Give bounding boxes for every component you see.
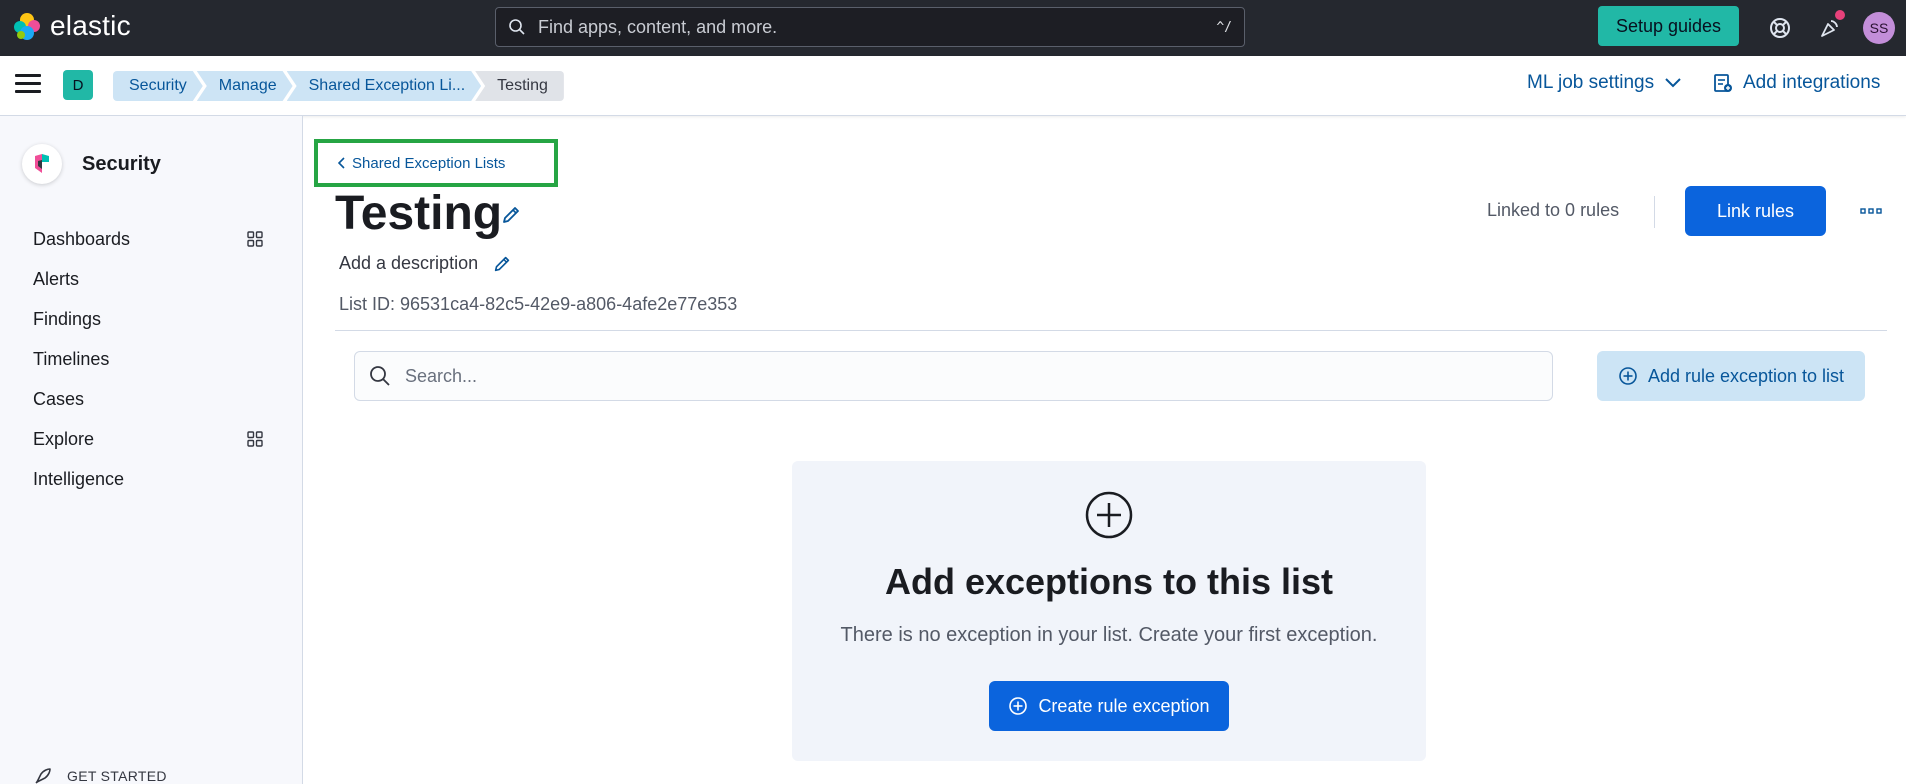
search-shortcut-hint: ^/ xyxy=(1216,19,1232,35)
rocket-icon xyxy=(35,768,51,784)
chevron-down-icon xyxy=(1665,78,1681,88)
ml-job-settings-button[interactable]: ML job settings xyxy=(1527,72,1682,94)
elastic-logo-icon xyxy=(14,13,40,40)
app-grid-icon[interactable] xyxy=(247,231,263,247)
edit-description-pencil-icon[interactable] xyxy=(492,254,512,274)
brand-name: elastic xyxy=(50,10,131,41)
app-grid-icon[interactable] xyxy=(247,431,263,447)
user-avatar[interactable]: SS xyxy=(1863,12,1895,44)
breadcrumb-security[interactable]: Security xyxy=(113,71,203,101)
hamburger-icon-bar xyxy=(15,90,41,93)
menu-toggle-button[interactable] xyxy=(15,74,41,98)
sidebar-item-cases[interactable]: Cases xyxy=(33,384,263,414)
sidebar-item-label: Timelines xyxy=(33,348,110,369)
security-logo-icon xyxy=(22,144,62,184)
add-integrations-label: Add integrations xyxy=(1743,72,1881,93)
sidebar-item-label: Explore xyxy=(33,428,95,449)
global-search-placeholder: Find apps, content, and more. xyxy=(538,16,778,37)
exception-search-placeholder: Search... xyxy=(405,365,478,386)
breadcrumb: Security Manage Shared Exception Li... T… xyxy=(113,71,564,101)
help-icon[interactable] xyxy=(1766,14,1794,42)
chevron-left-icon xyxy=(338,157,345,169)
sidebar-item-dashboards[interactable]: Dashboards xyxy=(33,224,263,254)
hamburger-icon-bar xyxy=(15,82,41,85)
plus-in-circle-icon xyxy=(1009,697,1028,715)
sidebar-item-findings[interactable]: Findings xyxy=(33,304,263,334)
more-actions-button[interactable] xyxy=(1856,201,1886,221)
get-started-link[interactable]: GET STARTED xyxy=(33,766,167,784)
search-icon xyxy=(509,19,525,35)
add-integrations-button[interactable]: Add integrations xyxy=(1713,72,1880,94)
sidebar-item-label: Dashboards xyxy=(33,228,131,249)
add-rule-exception-label: Add rule exception to list xyxy=(1647,365,1845,386)
linked-rules-count: Linked to 0 rules xyxy=(1487,200,1620,220)
app-toolbar: D Security Manage Shared Exception Li...… xyxy=(0,56,1906,116)
link-rules-button[interactable]: Link rules xyxy=(1685,186,1826,236)
create-rule-exception-button[interactable]: Create rule exception xyxy=(989,681,1229,731)
add-rule-exception-to-list-button[interactable]: Add rule exception to list xyxy=(1597,351,1865,401)
elastic-logo[interactable]: elastic xyxy=(12,10,131,42)
description-placeholder: Add a description xyxy=(339,253,479,273)
integrations-icon xyxy=(1714,74,1732,92)
breadcrumb-shared-exception-lists[interactable]: Shared Exception Li... xyxy=(287,71,482,101)
page-title: Testing xyxy=(335,187,503,240)
global-header: elastic Find apps, content, and more. ^/… xyxy=(0,0,1906,56)
back-link-highlight: Shared Exception Lists xyxy=(314,139,558,187)
notification-dot xyxy=(1835,10,1845,20)
ellipsis-icon xyxy=(1860,208,1882,214)
sidebar-item-label: Cases xyxy=(33,388,85,409)
empty-state-body: There is no exception in your list. Crea… xyxy=(840,624,1378,646)
header-divider xyxy=(335,330,1887,331)
plus-in-circle-icon xyxy=(1085,491,1133,539)
side-navigation: Security Dashboards Alerts Findings Time… xyxy=(0,116,303,784)
sidebar-item-explore[interactable]: Explore xyxy=(33,424,263,454)
back-to-shared-exception-lists-link[interactable]: Shared Exception Lists xyxy=(338,155,505,172)
create-rule-exception-label: Create rule exception xyxy=(1038,695,1210,716)
space-avatar[interactable]: D xyxy=(63,70,93,100)
get-started-label: GET STARTED xyxy=(67,768,167,784)
edit-title-pencil-icon[interactable] xyxy=(500,204,522,226)
global-search-input[interactable]: Find apps, content, and more. ^/ xyxy=(495,7,1245,47)
breadcrumb-current: Testing xyxy=(475,71,564,101)
description-row: Add a description xyxy=(339,253,512,274)
sidebar-title: Security xyxy=(82,152,161,175)
setup-guides-button[interactable]: Setup guides xyxy=(1598,6,1739,46)
sidebar-item-timelines[interactable]: Timelines xyxy=(33,344,263,374)
list-id: List ID: 96531ca4-82c5-42e9-a806-4afe2e7… xyxy=(339,294,738,314)
hamburger-icon-bar xyxy=(15,74,41,77)
empty-state-title: Add exceptions to this list xyxy=(884,561,1334,602)
ml-job-settings-label: ML job settings xyxy=(1527,72,1655,93)
search-icon xyxy=(370,366,390,386)
breadcrumb-manage[interactable]: Manage xyxy=(197,71,293,101)
main-content: Shared Exception Lists Testing Add a des… xyxy=(304,116,1906,784)
sidebar-item-label: Intelligence xyxy=(33,468,125,489)
sidebar-item-label: Findings xyxy=(33,308,102,329)
plus-in-circle-icon xyxy=(1619,367,1637,385)
empty-state-panel: Add exceptions to this list There is no … xyxy=(792,461,1426,761)
sidebar-header[interactable]: Security xyxy=(22,144,161,184)
vertical-divider xyxy=(1654,196,1655,228)
exception-search-input[interactable]: Search... xyxy=(354,351,1553,401)
sidebar-item-intelligence[interactable]: Intelligence xyxy=(33,464,263,494)
sidebar-item-label: Alerts xyxy=(33,268,80,289)
sidebar-item-alerts[interactable]: Alerts xyxy=(33,264,263,294)
back-link-label: Shared Exception Lists xyxy=(352,154,506,172)
